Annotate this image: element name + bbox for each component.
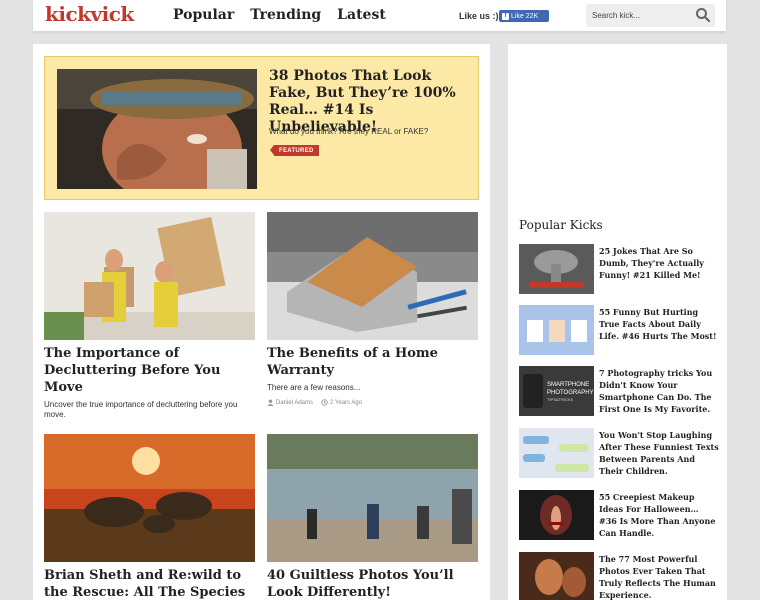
popular-kick-title[interactable]: 7 Photography tricks You Didn't Know You…	[599, 367, 719, 415]
nav-trending[interactable]: Trending	[250, 7, 321, 23]
popular-kick-thumbnail[interactable]	[519, 490, 594, 540]
article-title[interactable]: Brian Sheth and Re:wild to the Rescue: A…	[44, 567, 255, 600]
article-title[interactable]: The Benefits of a Home Warranty	[267, 345, 478, 379]
popular-kick-thumbnail[interactable]: SMARTPHONE PHOTOGRAPHY TIPS&TRICKS	[519, 366, 594, 416]
main-nav: Popular Trending Latest	[173, 7, 386, 23]
article-excerpt: Uncover the true importance of declutter…	[44, 400, 238, 419]
popular-kick-item[interactable]: 55 Creepiest Makeup Ideas For Halloween……	[519, 490, 719, 540]
article-author[interactable]: Daniel Adams	[276, 400, 313, 406]
article-title[interactable]: 40 Guiltless Photos You’ll Look Differen…	[267, 567, 478, 600]
thumb-text-smartphone: SMARTPHONE	[547, 382, 589, 388]
user-icon	[267, 399, 274, 406]
facebook-like-label: Like 22K	[511, 12, 539, 20]
popular-kicks-heading: Popular Kicks	[519, 218, 603, 232]
time-meta: 2 Years Ago	[321, 399, 362, 406]
article-card[interactable]: The Importance of Decluttering Before Yo…	[44, 212, 255, 420]
article-image[interactable]	[44, 434, 255, 562]
popular-kick-item[interactable]: 55 Funny But Hurting True Facts About Da…	[519, 305, 719, 355]
featured-title[interactable]: 38 Photos That Look Fake, But They’re 10…	[269, 68, 469, 136]
popular-kick-item[interactable]: The 77 Most Powerful Photos Ever Taken T…	[519, 552, 719, 600]
nav-latest[interactable]: Latest	[337, 7, 386, 23]
popular-kick-thumbnail[interactable]	[519, 552, 594, 600]
main-content: 38 Photos That Look Fake, But They’re 10…	[33, 44, 490, 600]
featured-badge: FEATURED	[270, 145, 319, 156]
site-header: kickvick Popular Trending Latest Like us…	[33, 0, 726, 32]
article-image[interactable]	[267, 434, 478, 562]
article-time: 2 Years Ago	[330, 399, 363, 406]
search-input[interactable]	[592, 8, 692, 23]
like-us-label: Like us :)	[459, 11, 499, 21]
author-meta: Daniel Adams	[267, 399, 313, 406]
article-card[interactable]: Brian Sheth and Re:wild to the Rescue: A…	[44, 434, 255, 600]
sidebar: Popular Kicks 25 Jokes That Are So Dumb,…	[508, 44, 727, 600]
thumb-text-tips: TIPS&TRICKS	[547, 397, 574, 402]
article-title[interactable]: The Importance of Decluttering Before Yo…	[44, 345, 255, 396]
ad-slot	[519, 54, 716, 204]
popular-kick-title[interactable]: 55 Creepiest Makeup Ideas For Halloween……	[599, 491, 719, 539]
article-image[interactable]	[267, 212, 478, 340]
article-image[interactable]	[44, 212, 255, 340]
article-card[interactable]: 40 Guiltless Photos You’ll Look Differen…	[267, 434, 478, 600]
search-box	[586, 4, 715, 27]
featured-description: What do you think? Are they REAL or FAKE…	[269, 127, 429, 136]
popular-kick-thumbnail[interactable]	[519, 244, 594, 294]
article-card[interactable]: The Benefits of a Home Warranty There ar…	[267, 212, 478, 406]
popular-kick-item[interactable]: SMARTPHONE PHOTOGRAPHY TIPS&TRICKS 7 Pho…	[519, 366, 719, 416]
article-excerpt: There are a few reasons...	[267, 383, 361, 392]
featured-article[interactable]: 38 Photos That Look Fake, But They’re 10…	[44, 56, 479, 200]
popular-kick-title[interactable]: 55 Funny But Hurting True Facts About Da…	[599, 306, 719, 342]
facebook-icon: f	[502, 12, 509, 20]
site-logo[interactable]: kickvick	[45, 2, 134, 26]
search-icon[interactable]	[695, 7, 711, 23]
facebook-like-button[interactable]: f Like 22K	[499, 10, 549, 22]
popular-kick-item[interactable]: You Won't Stop Laughing After These Funn…	[519, 428, 719, 478]
popular-kick-thumbnail[interactable]	[519, 428, 594, 478]
nav-popular[interactable]: Popular	[173, 7, 234, 23]
article-meta: Daniel Adams 2 Years Ago	[267, 399, 478, 406]
clock-icon	[321, 399, 328, 406]
popular-kick-item[interactable]: 25 Jokes That Are So Dumb, They're Actua…	[519, 244, 719, 294]
popular-kick-title[interactable]: 25 Jokes That Are So Dumb, They're Actua…	[599, 245, 719, 281]
popular-kick-title[interactable]: The 77 Most Powerful Photos Ever Taken T…	[599, 553, 719, 600]
popular-kick-thumbnail[interactable]	[519, 305, 594, 355]
thumb-text-photography: PHOTOGRAPHY	[547, 390, 594, 396]
popular-kick-title[interactable]: You Won't Stop Laughing After These Funn…	[599, 429, 719, 477]
featured-image[interactable]	[57, 69, 257, 189]
